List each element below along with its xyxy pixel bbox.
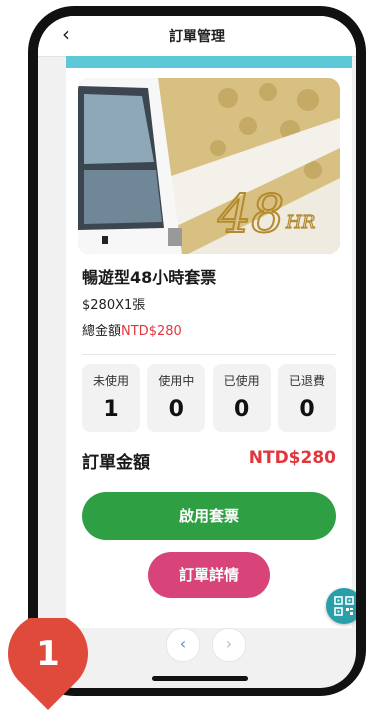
ticket-banner-image: 48 HR xyxy=(78,78,340,254)
home-indicator xyxy=(152,676,248,681)
top-bar: ‹ 訂單管理 xyxy=(38,16,356,57)
svg-text:48: 48 xyxy=(217,185,284,245)
svg-text:HR: HR xyxy=(285,212,315,233)
stat-value: 0 xyxy=(299,397,315,422)
step-number: 1 xyxy=(36,634,60,674)
ticket-total-value: NTD$280 xyxy=(121,324,182,339)
stat-value: 0 xyxy=(168,397,184,422)
accent-strip xyxy=(66,56,352,68)
next-page-button[interactable]: › xyxy=(212,628,246,662)
order-card: 48 HR 暢遊型48小時套票 $280X1張 總金額NTD$280 未使用 1… xyxy=(66,68,352,628)
page-title: 訂單管理 xyxy=(169,29,225,45)
stat-refunded: 已退費 0 xyxy=(277,364,336,432)
order-amount-value: NTD$280 xyxy=(248,448,336,468)
stat-unused: 未使用 1 xyxy=(82,364,140,432)
order-amount-label: 訂單金額 xyxy=(82,453,150,473)
usage-stats: 未使用 1 使用中 0 已使用 0 已退費 0 xyxy=(82,364,336,432)
divider xyxy=(82,354,336,355)
stat-used: 已使用 0 xyxy=(212,364,271,432)
ticket-name: 暢遊型48小時套票 xyxy=(82,268,217,287)
stat-label: 使用中 xyxy=(158,374,195,388)
stat-value: 1 xyxy=(103,397,119,422)
stat-label: 未使用 xyxy=(92,374,129,388)
qr-scan-button[interactable] xyxy=(326,588,356,624)
step-number-badge: 1 xyxy=(6,613,90,714)
stat-label: 已退費 xyxy=(288,374,325,388)
order-details-button[interactable]: 訂單詳情 xyxy=(148,552,270,598)
ticket-total: 總金額NTD$280 xyxy=(82,320,182,339)
ticket-price-line: $280X1張 xyxy=(82,298,146,313)
activate-ticket-button[interactable]: 啟用套票 xyxy=(82,492,336,540)
ticket-total-label: 總金額 xyxy=(82,324,122,339)
stat-value: 0 xyxy=(234,397,250,422)
stat-label: 已使用 xyxy=(223,374,260,388)
previous-page-button[interactable]: ‹ xyxy=(166,628,200,662)
app-screen: ‹ 訂單管理 48 HR 暢遊型48小時套票 $280X1張 總金額NTD$28… xyxy=(38,16,356,688)
qr-code-icon xyxy=(334,596,354,616)
stat-in-use: 使用中 0 xyxy=(147,364,206,432)
